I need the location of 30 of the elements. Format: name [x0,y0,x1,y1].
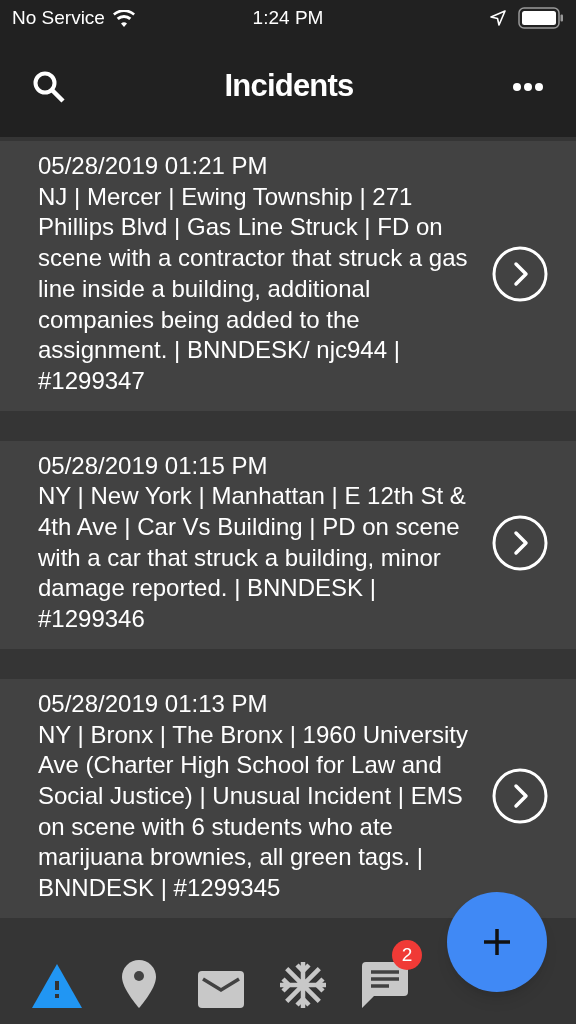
incident-datetime: 05/28/2019 01:13 PM [38,688,269,719]
snowflake-icon [280,962,326,1008]
battery-icon [518,7,564,29]
tab-bar-item[interactable]: 2 [344,940,426,1016]
location-pin-icon [122,960,156,1008]
warning-icon [32,964,82,1008]
wifi-icon [112,9,135,27]
incident-description: NY | New York | Manhattan | E 12th St & 4th Ave | Car Vs Building | PD on scene with a car that struck a building, minor damage reported. | BNNDESK | #1299346 [38,481,467,635]
incident-card[interactable] [0,141,576,411]
incident-datetime: 05/28/2019 01:21 PM [38,151,269,181]
incident-card[interactable]: 05/28/2019 01:15 PM NY | New York | Manhattan | E 12th St & 4th Ave | Car Vs Building | PD on scene with a car that struck a building, minor damage reported. | BNNDESK | #1299346 [0,440,576,649]
chevron-circle-icon[interactable] [492,514,548,571]
carrier-text: No Service [12,5,105,30]
chevron-circle-icon[interactable] [492,245,548,302]
mail-icon [198,971,244,1008]
search-button[interactable] [32,69,66,104]
clock-text: 1:24 PM [252,5,324,30]
incident-description: NJ | Mercer | Ewing Township | 271 Phillips Blvd | Gas Line Struck | FD on scene with a contractor that struck a gas line inside a building, additional companies being added to the assignment. | BNNDESK/ njc944 | #1299347 [38,181,469,396]
incident-description: NY | Bronx | The Bronx | 1960 University Ave (Charter High School for Law and Social Justice) | Unusual Incident | EMS on scene with 6 students who ate marijuana brownies, all green tags. | BNNDESK | #1299345 [38,719,469,904]
incident-card[interactable] [0,678,576,918]
search-icon [32,69,66,104]
chevron-circle-icon[interactable] [492,768,548,825]
page-title: Incidents [224,67,354,106]
notification-badge: 2 [392,940,422,970]
plus-icon [483,928,511,956]
location-arrow-icon [490,10,506,26]
incident-datetime: 05/28/2019 01:15 PM [38,450,269,481]
more-icon [512,81,544,92]
more-button[interactable] [512,81,544,92]
chat-icon [362,962,408,1008]
